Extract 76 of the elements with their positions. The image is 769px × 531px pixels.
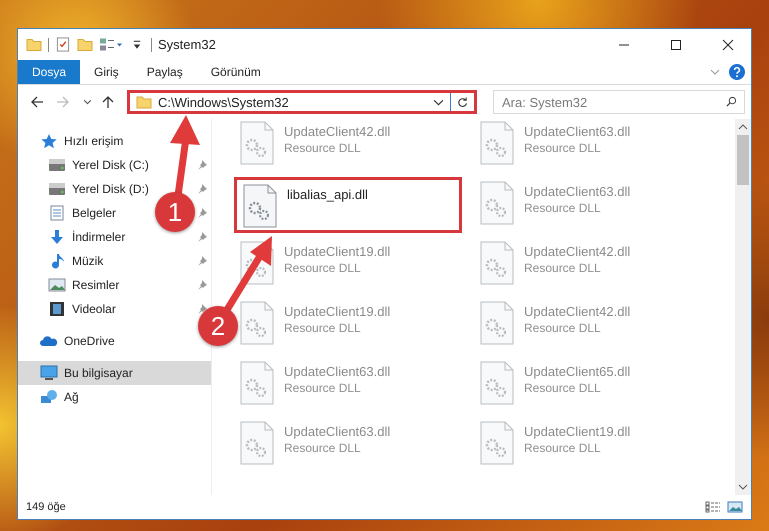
search-icon[interactable]	[726, 96, 737, 107]
search-field[interactable]: Ara: System32	[493, 90, 745, 114]
file-type: Resource DLL	[284, 141, 361, 155]
gear-file-icon[interactable]	[480, 361, 514, 405]
pictures-icon	[48, 277, 66, 293]
scroll-up-icon[interactable]	[738, 123, 748, 131]
scroll-down-icon[interactable]	[738, 483, 748, 491]
sidebar-item[interactable]: Yerel Disk (D:)	[18, 177, 157, 201]
gear-file-icon[interactable]	[240, 301, 274, 345]
details-view-icon[interactable]	[705, 501, 721, 513]
help-icon[interactable]	[729, 64, 745, 80]
star-icon	[40, 133, 58, 149]
sidebar-item[interactable]: Belgeler	[18, 201, 124, 225]
ribbon-tab[interactable]: Giriş	[80, 60, 133, 84]
gear-file-icon[interactable]	[480, 421, 514, 465]
folder-icon[interactable]	[26, 37, 42, 52]
pin-icon[interactable]	[197, 184, 207, 194]
back-arrow-icon[interactable]	[30, 95, 44, 109]
sidebar-item[interactable]: Hızlı erişim	[18, 129, 132, 153]
large-icons-view-icon[interactable]	[727, 501, 743, 513]
drive-icon	[48, 181, 66, 197]
gear-file-icon[interactable]	[480, 241, 514, 285]
file-type: Resource DLL	[524, 201, 601, 215]
file-type: Resource DLL	[524, 141, 601, 155]
sidebar-item[interactable]: Yerel Disk (C:)	[18, 153, 157, 177]
file-type: Resource DLL	[284, 441, 361, 455]
new-folder-icon[interactable]	[77, 37, 93, 52]
pin-icon[interactable]	[197, 208, 207, 218]
pin-icon[interactable]	[197, 160, 207, 170]
close-icon[interactable]	[722, 38, 734, 50]
document-icon	[48, 205, 66, 221]
gear-file-icon[interactable]	[480, 301, 514, 345]
sidebar-item[interactable]: Resimler	[18, 273, 128, 297]
file-name[interactable]: libalias_api.dll	[287, 187, 368, 202]
ribbon-tab[interactable]: Görünüm	[196, 60, 275, 84]
download-icon	[48, 229, 66, 245]
gear-file-icon[interactable]	[480, 181, 514, 225]
sidebar-item[interactable]: Bu bilgisayar	[18, 361, 211, 385]
pin-icon[interactable]	[197, 304, 207, 314]
video-icon	[48, 301, 66, 317]
window-title: System32	[158, 37, 216, 52]
file-type: Resource DLL	[524, 261, 601, 275]
file-type: Resource DLL	[284, 321, 361, 335]
sidebar-item[interactable]: Ağ	[18, 385, 87, 409]
file-type: Resource DLL	[284, 381, 361, 395]
view-dropdown-icon[interactable]	[99, 37, 123, 52]
gear-file-icon[interactable]	[240, 121, 274, 165]
scrollbar[interactable]	[735, 119, 751, 495]
file-type: Resource DLL	[524, 441, 601, 455]
folder-icon	[136, 95, 152, 109]
forward-arrow-icon[interactable]	[56, 95, 70, 109]
ribbon-tab[interactable]: Dosya	[18, 60, 80, 84]
refresh-icon[interactable]	[457, 96, 468, 108]
properties-icon[interactable]	[55, 37, 71, 52]
pin-icon[interactable]	[197, 232, 207, 242]
file-type: Resource DLL	[524, 381, 601, 395]
item-count: 149 öğe	[26, 501, 66, 513]
gear-file-icon[interactable]	[240, 421, 274, 465]
sidebar-item[interactable]: Videolar	[18, 297, 124, 321]
gear-file-icon[interactable]	[240, 361, 274, 405]
ribbon-tab[interactable]: Paylaş	[132, 60, 197, 84]
file-type: Resource DLL	[524, 321, 601, 335]
pin-icon[interactable]	[197, 256, 207, 266]
gear-file-icon[interactable]	[480, 121, 514, 165]
up-arrow-icon[interactable]	[101, 95, 115, 109]
gear-file-icon[interactable]	[243, 184, 277, 228]
sidebar-item[interactable]: OneDrive	[18, 329, 123, 353]
sidebar-item[interactable]: İndirmeler	[18, 225, 134, 249]
file-type: Resource DLL	[284, 261, 361, 275]
computer-icon	[40, 365, 58, 381]
drive-icon	[48, 157, 66, 173]
scrollbar-thumb[interactable]	[737, 135, 749, 185]
maximize-icon[interactable]	[670, 38, 682, 50]
address-field[interactable]: C:\Windows\System32	[127, 90, 477, 114]
sidebar-item[interactable]: Müzik	[18, 249, 112, 273]
pin-icon[interactable]	[197, 280, 207, 290]
